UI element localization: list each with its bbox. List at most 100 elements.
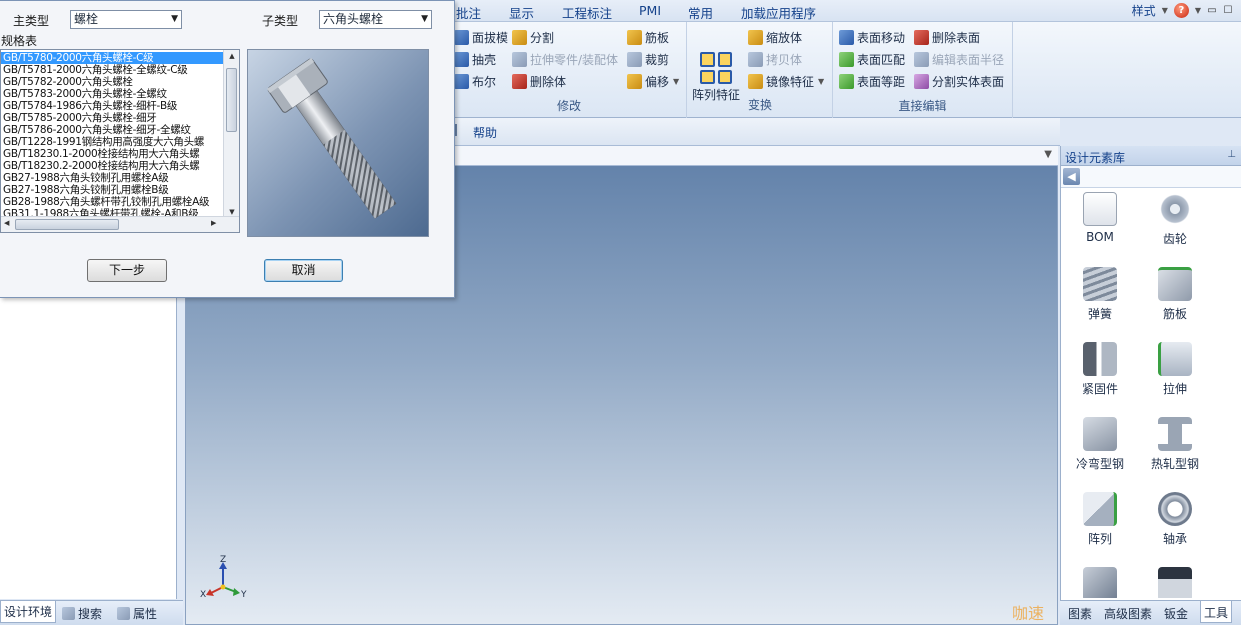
cold-formed-steel-icon bbox=[1083, 417, 1117, 451]
group-label-direct-edit: 直接编辑 bbox=[898, 99, 947, 113]
library-item-fastener[interactable]: 紧固件 bbox=[1065, 342, 1135, 397]
mirror-feature-button[interactable]: 镜像特征 ▼ bbox=[748, 72, 824, 90]
tab-design-environment[interactable]: 设计环境 bbox=[0, 601, 57, 623]
list-item[interactable]: GB/T5783-2000六角头螺栓-全螺纹 bbox=[1, 88, 223, 100]
library-item-cold-formed-steel[interactable]: 冷弯型钢 bbox=[1065, 417, 1135, 472]
trim-button[interactable]: 裁剪 bbox=[627, 50, 669, 68]
list-item[interactable]: GB/T5782-2000六角头螺栓 bbox=[1, 76, 223, 88]
library-item-rib[interactable]: 筋板 bbox=[1140, 267, 1210, 322]
style-menu[interactable]: 样式 bbox=[1132, 2, 1156, 19]
tab-display[interactable]: 显示 bbox=[509, 3, 534, 22]
chevron-down-icon[interactable]: ▼ bbox=[1044, 149, 1052, 160]
boolean-button[interactable]: 布尔 bbox=[454, 72, 496, 90]
library-item-bearing[interactable]: 轴承 bbox=[1140, 492, 1210, 547]
list-item[interactable]: GB/T5784-1986六角头螺栓-细杆-B级 bbox=[1, 100, 223, 112]
tab-engineering-annotation[interactable]: 工程标注 bbox=[562, 3, 612, 22]
list-item[interactable]: GB/T1228-1991钢结构用高强度大六角头螺 bbox=[1, 136, 223, 148]
axis-triad-icon bbox=[206, 562, 240, 596]
face-move-button[interactable]: 表面移动 bbox=[839, 28, 905, 46]
scroll-down-icon[interactable]: ▼ bbox=[224, 208, 239, 216]
chevron-down-icon[interactable]: ▼ bbox=[1195, 6, 1201, 15]
rib-icon bbox=[1158, 267, 1192, 301]
minimize-icon[interactable]: ▭ bbox=[1207, 5, 1217, 16]
help-menu[interactable]: 帮助 bbox=[473, 124, 497, 141]
list-item[interactable]: GB/T5786-2000六角头螺栓-细牙-全螺纹 bbox=[1, 124, 223, 136]
chevron-down-icon[interactable]: ▼ bbox=[1162, 6, 1168, 15]
chevron-down-icon: ▼ bbox=[818, 76, 825, 86]
library-item-more-2[interactable] bbox=[1140, 567, 1210, 598]
viewport-document-bar: ▼ bbox=[455, 146, 1058, 166]
list-item[interactable]: GB/T5785-2000六角头螺栓-细牙 bbox=[1, 112, 223, 124]
split-button[interactable]: 分割 bbox=[512, 28, 554, 46]
list-item[interactable]: GB27-1988六角头铰制孔用螺栓B级 bbox=[1, 184, 223, 196]
list-item[interactable]: GB28-1988六角头螺杆带孔铰制孔用螺栓A级 bbox=[1, 196, 223, 208]
pattern-icon bbox=[700, 52, 732, 84]
close-icon[interactable]: ☐ bbox=[1223, 5, 1233, 16]
offset-button[interactable]: 偏移 ▼ bbox=[627, 72, 679, 90]
tab-properties[interactable]: 属性 bbox=[117, 605, 157, 622]
rib-button[interactable]: 筋板 bbox=[627, 28, 669, 46]
scroll-up-icon[interactable]: ▲ bbox=[224, 52, 239, 60]
library-item-spring[interactable]: 弹簧 bbox=[1065, 267, 1135, 322]
library-item-pattern[interactable]: 阵列 bbox=[1065, 492, 1135, 547]
tab-annotate[interactable]: 批注 bbox=[456, 3, 481, 22]
library-item-more-1[interactable] bbox=[1065, 567, 1135, 598]
face-radius-icon bbox=[914, 51, 929, 67]
face-match-button[interactable]: 表面匹配 bbox=[839, 50, 905, 68]
bearing-icon bbox=[1158, 492, 1192, 526]
scroll-thumb[interactable] bbox=[15, 219, 119, 230]
tab-common[interactable]: 常用 bbox=[688, 3, 713, 22]
sub-type-select[interactable]: 六角头螺栓 ▼ bbox=[319, 10, 432, 29]
list-item[interactable]: GB/T18230.1-2000栓接结构用大六角头螺 bbox=[1, 148, 223, 160]
delete-body-button[interactable]: 删除体 bbox=[512, 72, 566, 90]
spec-list[interactable]: GB/T5780-2000六角头螺栓-C级 GB/T5781-2000六角头螺栓… bbox=[0, 49, 240, 233]
face-draft-button[interactable]: 面拔模 bbox=[454, 28, 508, 46]
cancel-button[interactable]: 取消 bbox=[264, 259, 343, 282]
delete-face-button[interactable]: 删除表面 bbox=[914, 28, 980, 46]
scroll-right-icon[interactable]: ▶ bbox=[211, 219, 216, 227]
list-item[interactable]: GB/T18230.2-2000栓接结构用大六角头螺 bbox=[1, 160, 223, 172]
list-item[interactable]: GB/T5781-2000六角头螺栓-全螺纹-C级 bbox=[1, 64, 223, 76]
stretch-part-button[interactable]: 拉伸零件/装配体 bbox=[512, 50, 618, 68]
list-item[interactable]: GB/T5780-2000六角头螺栓-C级 bbox=[1, 52, 223, 64]
library-item-bom[interactable]: BOM bbox=[1065, 192, 1135, 244]
stretch-part-icon bbox=[512, 51, 527, 67]
library-item-gear[interactable]: 齿轮 bbox=[1140, 192, 1210, 247]
scale-body-button[interactable]: 缩放体 bbox=[748, 28, 802, 46]
tab-search[interactable]: 搜索 bbox=[62, 605, 102, 622]
pin-icon[interactable]: ⊥ bbox=[1227, 149, 1236, 160]
strip-separator bbox=[455, 124, 457, 136]
library-item-extrude[interactable]: 拉伸 bbox=[1140, 342, 1210, 397]
spec-list-horizontal-scrollbar[interactable]: ◀ ▶ bbox=[1, 216, 239, 232]
tab-pmi[interactable]: PMI bbox=[639, 3, 661, 18]
scissors-icon bbox=[627, 51, 642, 67]
split-solid-face-button[interactable]: 分割实体表面 bbox=[914, 72, 1004, 90]
split-face-icon bbox=[914, 73, 929, 89]
tab-sheet-metal[interactable]: 钣金 bbox=[1164, 605, 1188, 622]
shell-button[interactable]: 抽壳 bbox=[454, 50, 496, 68]
main-type-select[interactable]: 螺栓 ▼ bbox=[70, 10, 182, 29]
library-nav: ◀ bbox=[1061, 166, 1241, 188]
scroll-left-icon[interactable]: ◀ bbox=[4, 219, 9, 227]
fastener-dialog: 主类型 螺栓 ▼ 子类型 六角头螺栓 ▼ 规格表 GB/T5780-2000六角… bbox=[0, 0, 455, 298]
tab-elements[interactable]: 图素 bbox=[1068, 605, 1092, 622]
face-offset-button[interactable]: 表面等距 bbox=[839, 72, 905, 90]
edit-face-radius-button[interactable]: 编辑表面半径 bbox=[914, 50, 1004, 68]
hex-bolt-icon bbox=[267, 57, 397, 219]
pattern-icon bbox=[1083, 492, 1117, 526]
back-arrow-icon[interactable]: ◀ bbox=[1063, 168, 1080, 185]
next-step-button[interactable]: 下一步 bbox=[87, 259, 167, 282]
gear-icon bbox=[1158, 192, 1192, 226]
tab-add-ins[interactable]: 加载应用程序 bbox=[741, 3, 816, 22]
help-icon[interactable]: ? bbox=[1173, 3, 1189, 18]
library-item-hot-rolled-steel[interactable]: 热轧型钢 bbox=[1140, 417, 1210, 472]
library-title: 设计元素库 bbox=[1065, 151, 1126, 165]
spec-list-vertical-scrollbar[interactable]: ▲ ▼ bbox=[223, 50, 239, 218]
copy-body-button[interactable]: 拷贝体 bbox=[748, 50, 802, 68]
hot-rolled-steel-icon bbox=[1158, 417, 1192, 451]
tab-advanced-elements[interactable]: 高级图素 bbox=[1104, 605, 1152, 622]
list-item[interactable]: GB27-1988六角头铰制孔用螺栓A级 bbox=[1, 172, 223, 184]
search-icon bbox=[62, 607, 75, 620]
scroll-thumb[interactable] bbox=[226, 68, 237, 132]
tab-tools[interactable]: 工具 bbox=[1200, 601, 1233, 623]
